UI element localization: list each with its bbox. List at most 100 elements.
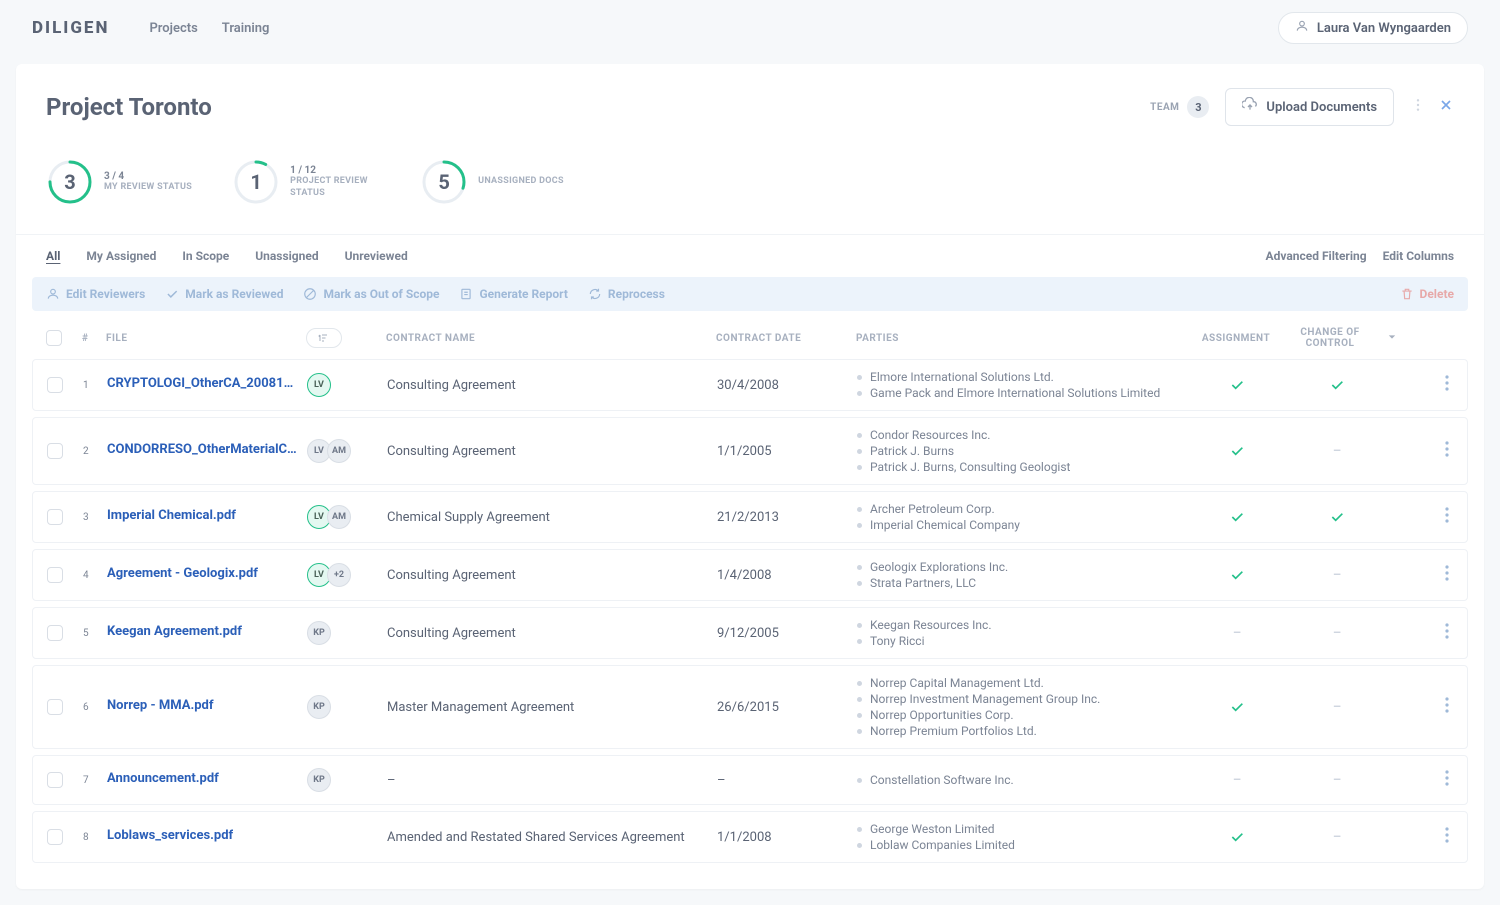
- upload-label: Upload Documents: [1266, 100, 1377, 115]
- contract-name: Chemical Supply Agreement: [387, 510, 550, 525]
- reviewer-badge[interactable]: KP: [307, 621, 331, 645]
- row-more-icon[interactable]: [1445, 441, 1449, 461]
- edit-columns[interactable]: Edit Columns: [1383, 249, 1454, 263]
- action-generate-report-label: Generate Report: [479, 287, 567, 301]
- contract-name: Consulting Agreement: [387, 378, 516, 393]
- row-checkbox[interactable]: [47, 699, 63, 715]
- change-cell: –: [1277, 700, 1397, 715]
- party-item: Loblaw Companies Limited: [857, 838, 1197, 852]
- row-more-icon[interactable]: [1445, 827, 1449, 847]
- table-row: 5 Keegan Agreement.pdf KP Consulting Agr…: [32, 607, 1468, 659]
- contract-date: 9/12/2005: [717, 626, 779, 641]
- stat-1: 1 1 / 12 PROJECT REVIEW STATUS: [232, 158, 380, 206]
- file-link[interactable]: Announcement.pdf: [107, 771, 219, 786]
- party-item: Norrep Capital Management Ltd.: [857, 676, 1197, 690]
- contract-date: 1/4/2008: [717, 568, 772, 583]
- contract-date: 21/2/2013: [717, 510, 779, 525]
- action-mark-reviewed-label: Mark as Reviewed: [185, 287, 283, 301]
- change-cell: [1277, 509, 1397, 525]
- advanced-filtering[interactable]: Advanced Filtering: [1266, 249, 1367, 263]
- tab-unreviewed[interactable]: Unreviewed: [345, 235, 408, 277]
- file-link[interactable]: CRYPTOLOGI_OtherCA_200812…: [107, 376, 297, 391]
- reviewer-badge[interactable]: KP: [307, 695, 331, 719]
- table-row: 3 Imperial Chemical.pdf LVAM Chemical Su…: [32, 491, 1468, 543]
- upload-documents-button[interactable]: Upload Documents: [1225, 88, 1394, 126]
- stat-2: 5 UNASSIGNED DOCS: [420, 158, 564, 206]
- contract-name: Consulting Agreement: [387, 444, 516, 459]
- project-more-icon[interactable]: [1410, 97, 1426, 117]
- action-generate-report[interactable]: Generate Report: [459, 287, 567, 301]
- row-checkbox[interactable]: [47, 377, 63, 393]
- select-all-checkbox[interactable]: [46, 330, 62, 346]
- assignment-cell: [1197, 699, 1277, 715]
- col-change-of-control[interactable]: CHANGE OF CONTROL: [1276, 327, 1396, 349]
- contract-date: –: [717, 773, 726, 788]
- row-more-icon[interactable]: [1445, 623, 1449, 643]
- row-checkbox[interactable]: [47, 829, 63, 845]
- file-link[interactable]: Keegan Agreement.pdf: [107, 624, 242, 639]
- file-link[interactable]: Imperial Chemical.pdf: [107, 508, 236, 523]
- tab-all[interactable]: All: [46, 235, 60, 277]
- action-delete[interactable]: Delete: [1400, 287, 1454, 301]
- party-item: Norrep Premium Portfolios Ltd.: [857, 724, 1197, 738]
- row-number: 6: [83, 702, 107, 713]
- row-more-icon[interactable]: [1445, 697, 1449, 717]
- col-contract-name[interactable]: CONTRACT NAME: [386, 333, 716, 344]
- tab-my assigned[interactable]: My Assigned: [86, 235, 156, 277]
- file-link[interactable]: Norrep - MMA.pdf: [107, 698, 214, 713]
- action-reprocess[interactable]: Reprocess: [588, 287, 665, 301]
- contract-date: 1/1/2008: [717, 830, 772, 845]
- row-more-icon[interactable]: [1445, 507, 1449, 527]
- party-item: Imperial Chemical Company: [857, 518, 1197, 532]
- action-edit-reviewers[interactable]: Edit Reviewers: [46, 287, 145, 301]
- file-link[interactable]: Agreement - Geologix.pdf: [107, 566, 258, 581]
- party-item: Patrick J. Burns, Consulting Geologist: [857, 460, 1197, 474]
- row-checkbox[interactable]: [47, 443, 63, 459]
- stat-sub: 3 / 4: [104, 171, 192, 182]
- col-parties[interactable]: PARTIES: [856, 333, 1196, 344]
- row-checkbox[interactable]: [47, 772, 63, 788]
- reviewer-badge[interactable]: LV: [307, 373, 331, 397]
- reviewer-badge[interactable]: AM: [327, 439, 351, 463]
- user-menu[interactable]: Laura Van Wyngaarden: [1278, 12, 1468, 44]
- upload-icon: [1242, 97, 1258, 117]
- row-checkbox[interactable]: [47, 509, 63, 525]
- row-more-icon[interactable]: [1445, 565, 1449, 585]
- close-icon[interactable]: [1438, 97, 1454, 117]
- file-link[interactable]: Loblaws_services.pdf: [107, 828, 233, 843]
- assignment-cell: [1197, 443, 1277, 459]
- party-item: Archer Petroleum Corp.: [857, 502, 1197, 516]
- row-checkbox[interactable]: [47, 625, 63, 641]
- action-mark-out-scope[interactable]: Mark as Out of Scope: [303, 287, 439, 301]
- assignment-cell: [1197, 377, 1277, 393]
- col-contract-date[interactable]: CONTRACT DATE: [716, 333, 856, 344]
- party-item: Keegan Resources Inc.: [857, 618, 1197, 632]
- contract-name: Consulting Agreement: [387, 626, 516, 641]
- tab-in scope[interactable]: In Scope: [182, 235, 229, 277]
- nav-projects[interactable]: Projects: [149, 21, 197, 36]
- reviewer-badge[interactable]: +2: [327, 563, 351, 587]
- user-icon: [1295, 19, 1309, 37]
- nav-training[interactable]: Training: [222, 21, 270, 36]
- file-link[interactable]: CONDORRESO_OtherMaterialC…: [107, 442, 297, 457]
- tab-unassigned[interactable]: Unassigned: [255, 235, 318, 277]
- reviewer-badge[interactable]: AM: [327, 505, 351, 529]
- col-assignment[interactable]: ASSIGNMENT: [1196, 333, 1276, 344]
- col-file[interactable]: FILE: [106, 333, 306, 344]
- contract-date: 30/4/2008: [717, 378, 779, 393]
- caret-down-icon: [1388, 333, 1396, 344]
- row-more-icon[interactable]: [1445, 375, 1449, 395]
- party-item: Strata Partners, LLC: [857, 576, 1197, 590]
- party-item: George Weston Limited: [857, 822, 1197, 836]
- assignment-cell: –: [1197, 773, 1277, 788]
- action-mark-reviewed[interactable]: Mark as Reviewed: [165, 287, 283, 301]
- party-item: Constellation Software Inc.: [857, 773, 1197, 787]
- reviewer-badge[interactable]: KP: [307, 768, 331, 792]
- row-more-icon[interactable]: [1445, 770, 1449, 790]
- reviewer-sort-toggle[interactable]: [306, 328, 342, 348]
- logo[interactable]: DILIGEN: [32, 18, 109, 38]
- row-checkbox[interactable]: [47, 567, 63, 583]
- change-cell: –: [1277, 626, 1397, 641]
- change-cell: [1277, 377, 1397, 393]
- team-count[interactable]: 3: [1187, 96, 1209, 118]
